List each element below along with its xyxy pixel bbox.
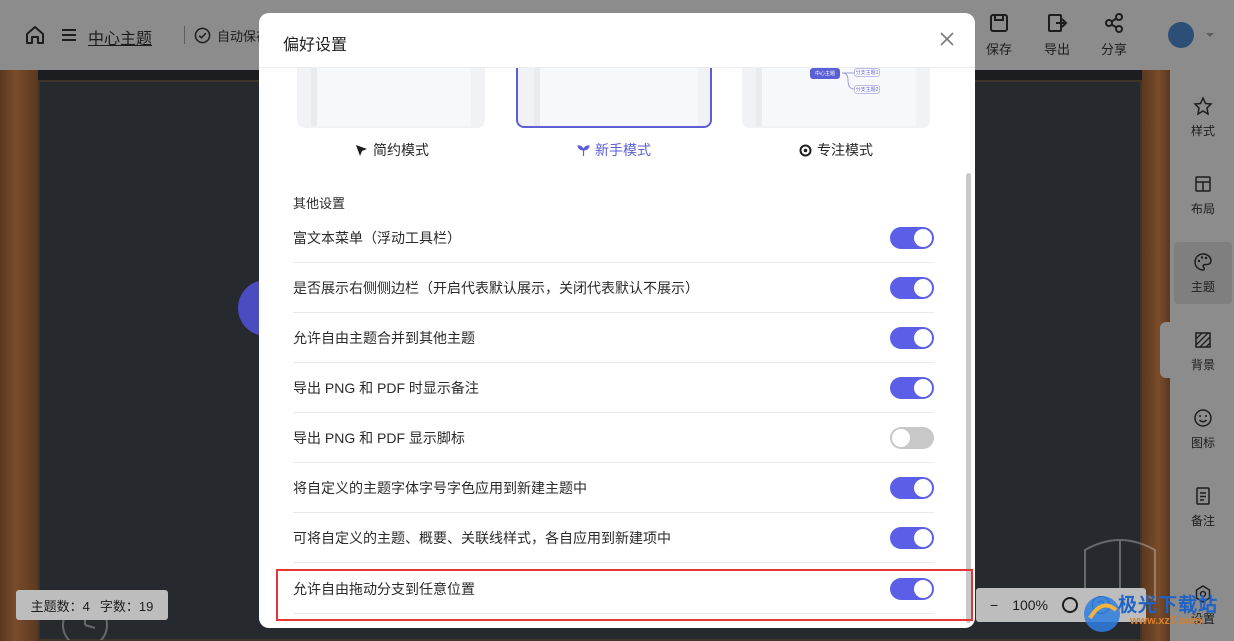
setting-toggle[interactable] bbox=[890, 277, 934, 299]
watermark-text: 极光下载站 bbox=[1118, 595, 1219, 616]
toggle-knob bbox=[914, 279, 932, 297]
mode-card-beginner[interactable] bbox=[516, 68, 712, 128]
dialog-scrollbar[interactable] bbox=[966, 173, 971, 623]
preview-center-node: 中心主题 bbox=[810, 68, 840, 79]
setting-row: 允许自由主题合并到其他主题 bbox=[293, 313, 934, 363]
save-button[interactable]: 保存 bbox=[977, 12, 1021, 60]
focus-icon bbox=[799, 144, 812, 156]
check-circle-icon bbox=[194, 27, 211, 43]
preferences-dialog: 偏好设置 中心主题 分支主题1 分支主题2 简约模式 新手模式 专注模式 其他设… bbox=[259, 13, 975, 628]
setting-row: 将自定义的主题字体字号字色应用到新建主题中 bbox=[293, 463, 934, 513]
sprout-icon bbox=[577, 144, 590, 156]
mode-label-text: 新手模式 bbox=[595, 142, 651, 158]
export-button[interactable]: 导出 bbox=[1035, 12, 1079, 60]
style-icon bbox=[1193, 95, 1213, 115]
setting-label: 允许自由拖动分支到任意位置 bbox=[293, 581, 475, 597]
right-sidebar: 样式 布局 主题 背景 图标 备注 设置 bbox=[1170, 70, 1234, 641]
setting-row: 富文本菜单（浮动工具栏） bbox=[293, 213, 934, 263]
note-icon bbox=[1196, 486, 1210, 505]
layout-icon bbox=[1195, 175, 1211, 192]
preview-branch-node: 分支主题2 bbox=[854, 85, 880, 94]
setting-label: 将自定义的主题字体字号字色应用到新建主题中 bbox=[293, 480, 587, 496]
setting-toggle[interactable] bbox=[890, 578, 934, 600]
toggle-knob bbox=[914, 329, 932, 347]
sidebar-item-label: 主题 bbox=[1190, 279, 1215, 294]
toolbar-divider bbox=[184, 26, 185, 44]
palette-icon bbox=[1194, 252, 1212, 271]
setting-label: 导出 PNG 和 PDF 时显示备注 bbox=[293, 380, 479, 396]
section-title-other-settings: 其他设置 bbox=[293, 196, 346, 211]
chevron-down-icon[interactable] bbox=[1204, 28, 1216, 40]
user-avatar[interactable] bbox=[1168, 22, 1194, 48]
sidebar-item-theme[interactable]: 主题 bbox=[1174, 242, 1232, 304]
sidebar-item-label: 备注 bbox=[1190, 513, 1215, 528]
setting-label: 富文本菜单（浮动工具栏） bbox=[293, 230, 461, 246]
toggle-knob bbox=[914, 229, 932, 247]
setting-toggle[interactable] bbox=[890, 427, 934, 449]
save-label: 保存 bbox=[985, 42, 1012, 57]
setting-row: 导出 PNG 和 PDF 显示脚标 bbox=[293, 413, 934, 463]
setting-toggle[interactable] bbox=[890, 227, 934, 249]
autosave-status: 自动保存 bbox=[194, 26, 269, 44]
export-label: 导出 bbox=[1043, 42, 1070, 57]
setting-row: 可将自定义的主题、概要、关联线样式，各自应用到新建项中 bbox=[293, 513, 934, 563]
pointer-icon bbox=[356, 144, 367, 156]
setting-toggle[interactable] bbox=[890, 527, 934, 549]
home-icon[interactable] bbox=[24, 24, 46, 46]
toggle-knob bbox=[914, 379, 932, 397]
background-icon bbox=[1195, 331, 1211, 348]
zoom-level[interactable]: 100% bbox=[1012, 597, 1048, 613]
sidebar-item-style[interactable]: 样式 bbox=[1174, 86, 1232, 148]
close-icon[interactable] bbox=[939, 31, 955, 47]
board-frame-left bbox=[0, 70, 38, 641]
preview-branch-node: 分支主题1 bbox=[854, 68, 880, 77]
document-title[interactable]: 中心主题 bbox=[88, 25, 152, 49]
mode-preview bbox=[534, 68, 698, 126]
topic-count: 主题数：4 bbox=[30, 598, 90, 614]
emoji-icon bbox=[1194, 408, 1212, 427]
share-label: 分享 bbox=[1100, 42, 1127, 57]
sidebar-item-label: 布局 bbox=[1190, 201, 1215, 216]
setting-label: 是否展示右侧侧边栏（开启代表默认展示，关闭代表默认不展示） bbox=[293, 280, 699, 296]
setting-label: 可将自定义的主题、概要、关联线样式，各自应用到新建项中 bbox=[293, 530, 671, 546]
setting-toggle[interactable] bbox=[890, 377, 934, 399]
toggle-knob bbox=[914, 580, 932, 598]
mode-label-simple[interactable]: 简约模式 bbox=[355, 141, 429, 159]
setting-row: 是否展示右侧侧边栏（开启代表默认展示，关闭代表默认不展示） bbox=[293, 263, 934, 313]
dialog-title: 偏好设置 bbox=[283, 37, 348, 54]
toggle-knob bbox=[914, 479, 932, 497]
share-icon bbox=[1105, 13, 1123, 33]
setting-toggle[interactable] bbox=[890, 327, 934, 349]
menu-icon[interactable] bbox=[60, 25, 78, 45]
word-count: 字数：19 bbox=[99, 598, 154, 614]
mode-label-focus[interactable]: 专注模式 bbox=[799, 141, 873, 159]
toggle-knob bbox=[892, 429, 910, 447]
mode-card-focus[interactable]: 中心主题 分支主题1 分支主题2 bbox=[742, 68, 930, 128]
sidebar-item-label: 背景 bbox=[1190, 357, 1215, 372]
setting-label: 导出 PNG 和 PDF 显示脚标 bbox=[293, 430, 465, 446]
mode-label-beginner[interactable]: 新手模式 bbox=[577, 141, 651, 159]
sidebar-item-label: 图标 bbox=[1190, 435, 1215, 450]
mode-preview bbox=[311, 68, 471, 126]
setting-row: 导出 PNG 和 PDF 时显示备注 bbox=[293, 363, 934, 413]
zoom-out-button[interactable]: − bbox=[990, 597, 998, 613]
floppy-icon bbox=[990, 14, 1008, 32]
setting-toggle[interactable] bbox=[890, 477, 934, 499]
share-button[interactable]: 分享 bbox=[1092, 12, 1136, 60]
sidebar-item-note[interactable]: 备注 bbox=[1174, 476, 1232, 538]
mode-label-text: 专注模式 bbox=[817, 142, 873, 158]
export-icon bbox=[1048, 14, 1068, 32]
status-bar: 主题数：4 字数：19 bbox=[16, 590, 168, 620]
mode-card-simple[interactable] bbox=[297, 68, 485, 128]
watermark-url: www.xz7.com bbox=[1130, 615, 1202, 627]
sidebar-item-label: 样式 bbox=[1190, 123, 1215, 138]
toggle-knob bbox=[914, 529, 932, 547]
sidebar-item-layout[interactable]: 布局 bbox=[1174, 164, 1232, 226]
setting-label: 允许自由主题合并到其他主题 bbox=[293, 330, 475, 346]
sidebar-item-background[interactable]: 背景 bbox=[1174, 320, 1232, 382]
setting-row: 允许自由拖动分支到任意位置 bbox=[293, 564, 934, 614]
sidebar-item-icon[interactable]: 图标 bbox=[1174, 398, 1232, 460]
mode-label-text: 简约模式 bbox=[373, 142, 429, 158]
